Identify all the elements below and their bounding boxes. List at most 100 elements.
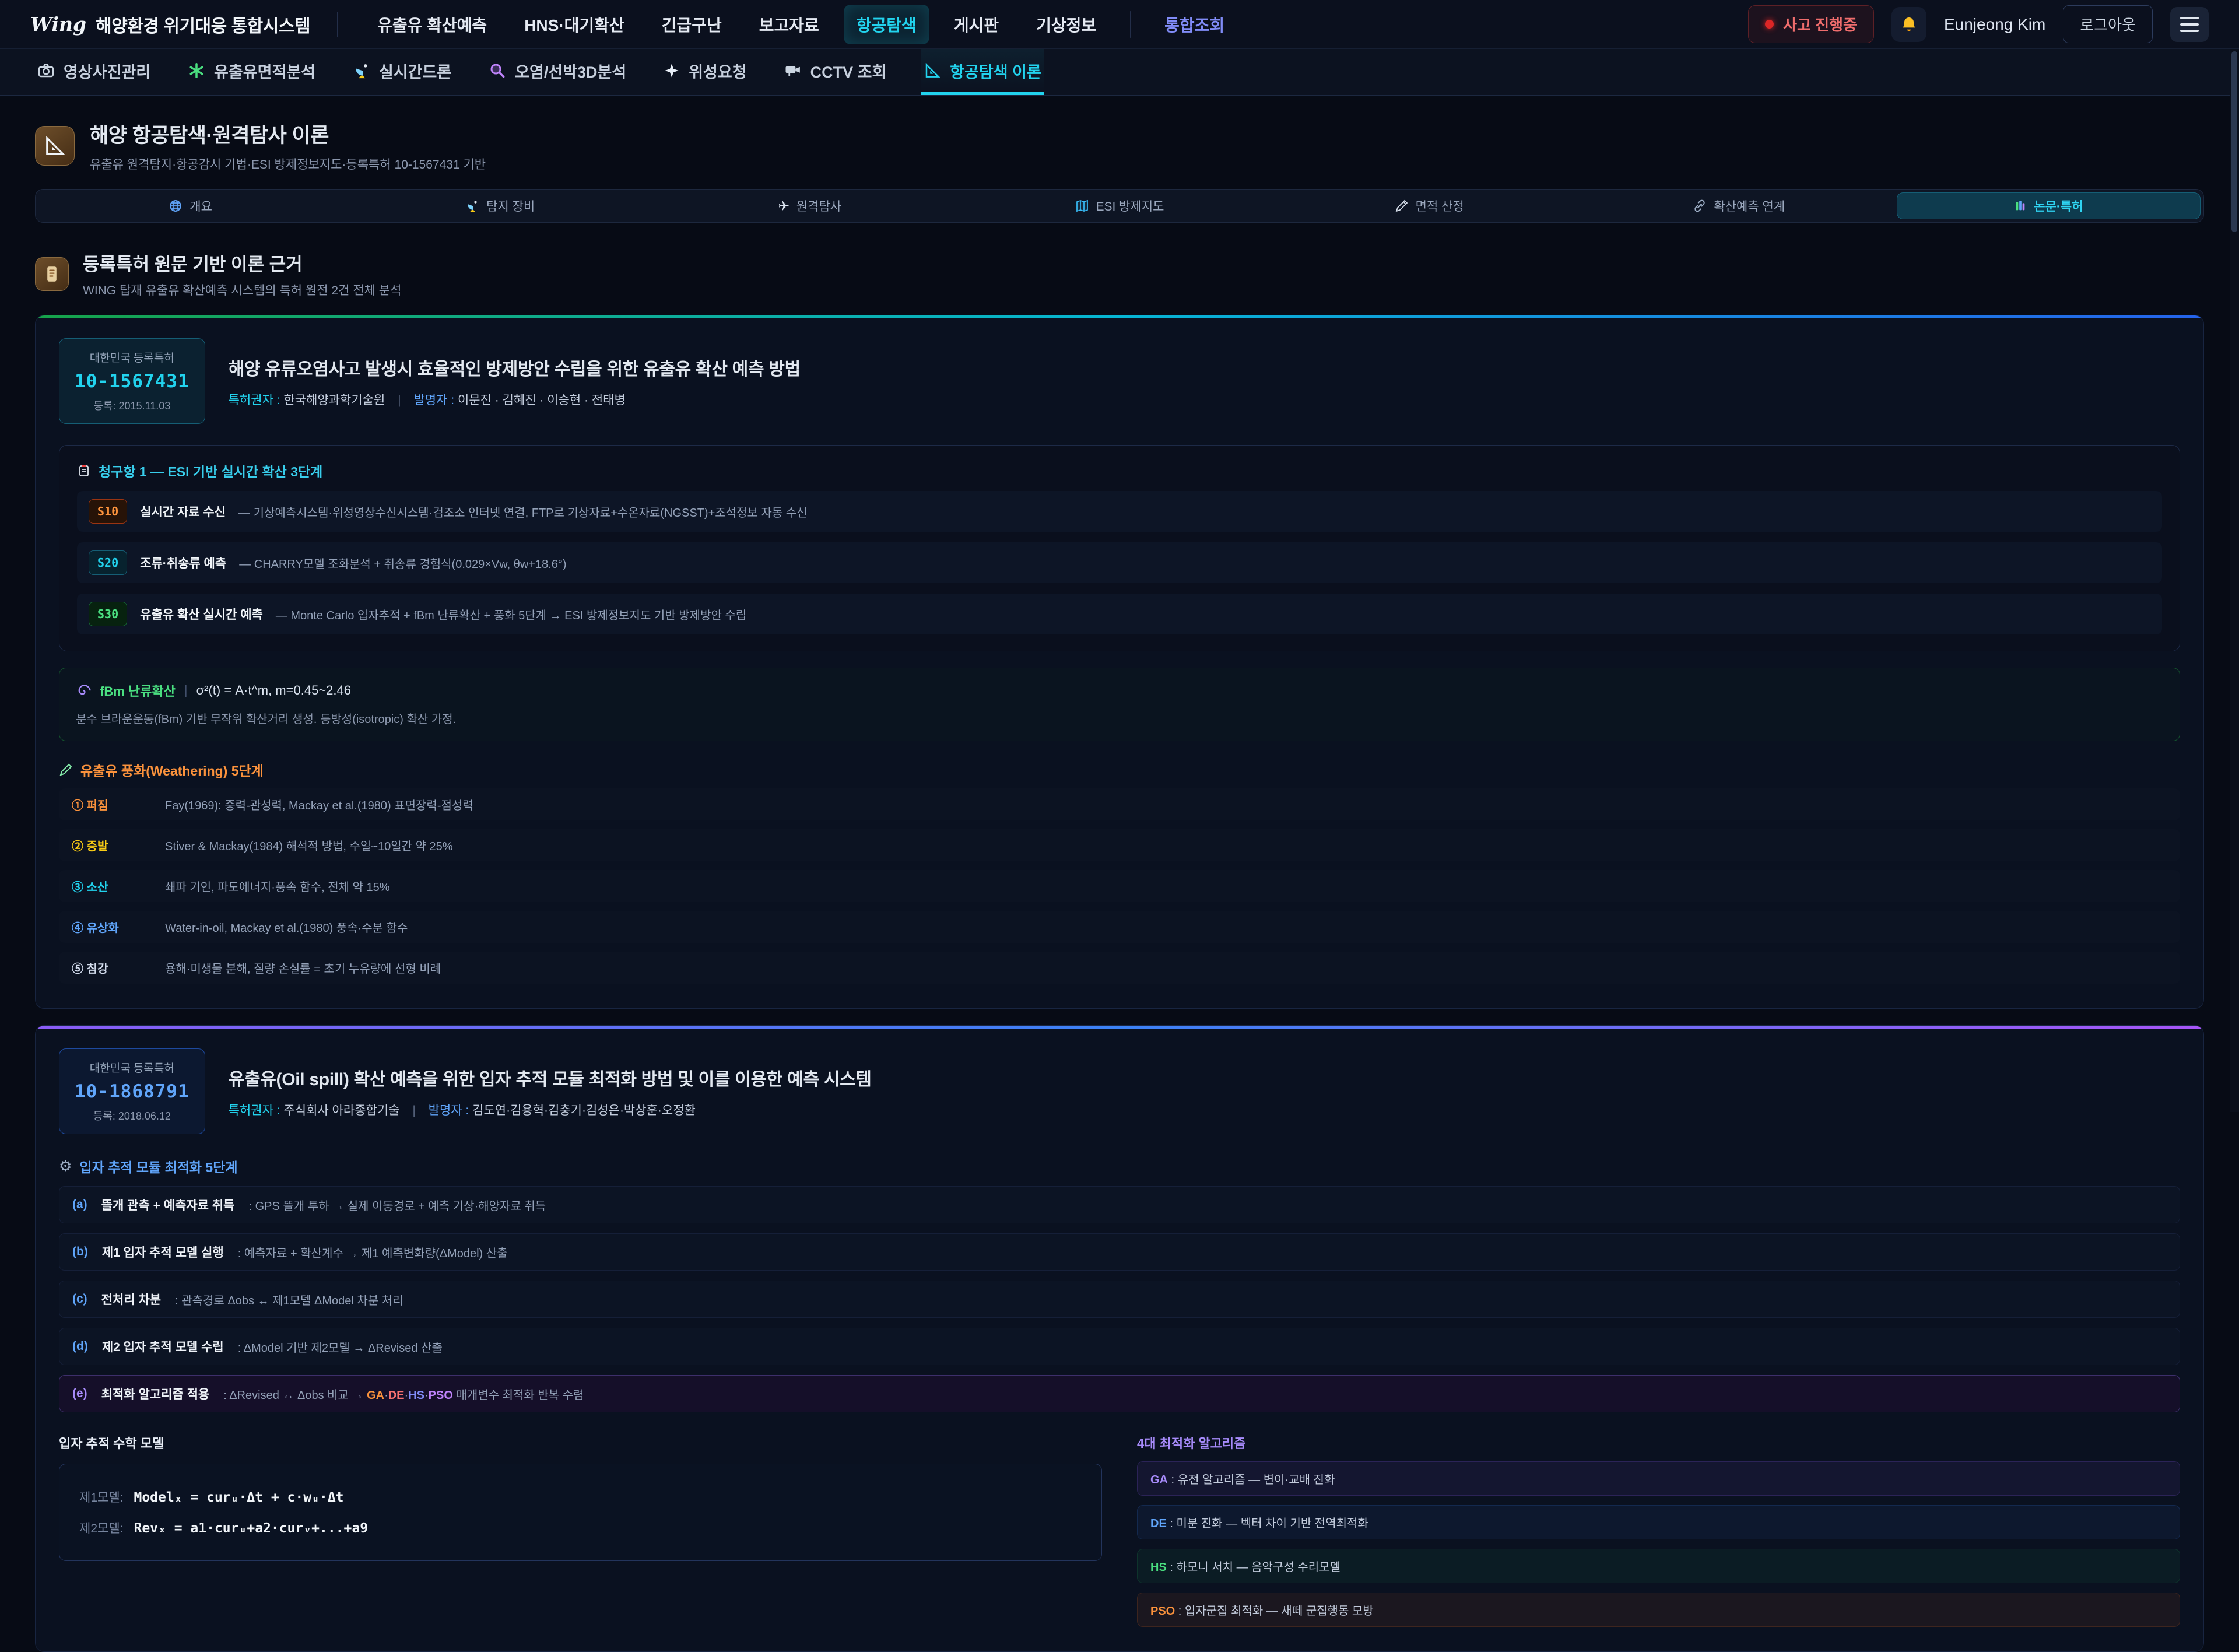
claim-step-s20: S20 조류·취송류 예측 — CHARRY모델 조화분석 + 취송류 경험식(… <box>77 542 2162 583</box>
algo-row-ga: GA : 유전 알고리즘 — 변이·교배 진화 <box>1137 1461 2180 1496</box>
tab-oil-area-analysis[interactable]: 유출유면적분석 <box>185 49 318 95</box>
link-icon <box>1693 199 1707 213</box>
logout-button[interactable]: 로그아웃 <box>2063 5 2153 43</box>
patent-card-1567431: 대한민국 등록특허 10-1567431 등록: 2015.11.03 해양 유… <box>35 315 2204 1009</box>
user-name: Eunjeong Kim <box>1944 15 2045 34</box>
model1-formula: Modelₓ = curᵤ·Δt + c·wᵤ·Δt <box>134 1490 343 1505</box>
tab-image-photo-management[interactable]: 영상사진관리 <box>35 49 153 95</box>
page-title: 해양 항공탐색·원격탐사 이론 <box>90 119 486 149</box>
patent-meta: 특허권자 : 한국해양과학기술원 | 발명자 : 이문진 · 김혜진 · 이승현… <box>229 391 801 408</box>
top-bar: Wing 해양환경 위기대응 통합시스템 유출유 확산예측 HNS·대기확산 긴… <box>0 0 2239 49</box>
app-title: 해양환경 위기대응 통합시스템 <box>96 12 310 37</box>
registration-date: 등록: 2015.11.03 <box>75 398 189 413</box>
pencil-icon <box>1395 199 1409 213</box>
nav-item-oil-spill-forecast[interactable]: 유출유 확산예측 <box>364 5 500 44</box>
globe-icon <box>169 199 183 213</box>
theory-section-nav: 개요 탐지 장비 ✈ 원격탐사 ESI 방제지도 면적 산정 <box>35 189 2204 223</box>
pill-diffusion-forecast-link[interactable]: 확산예측 연계 <box>1587 192 1891 219</box>
claim-title: 청구항 1 — ESI 기반 실시간 확산 3단계 <box>99 461 322 480</box>
satellite-dish-icon <box>353 62 370 79</box>
hamburger-icon <box>2180 17 2199 19</box>
weathering-row: ① 퍼짐 Fay(1969): 중력-관성력, Mackay et al.(19… <box>59 788 2180 820</box>
nav-item-integrated-search[interactable]: 통합조회 <box>1152 5 1237 44</box>
tab-realtime-drone[interactable]: 실시간드론 <box>350 49 454 95</box>
document-icon <box>77 464 91 478</box>
magnifier-icon <box>489 62 506 79</box>
patent-number-badge: 대한민국 등록특허 10-1868791 등록: 2018.06.12 <box>59 1048 205 1134</box>
registration-date: 등록: 2018.06.12 <box>75 1108 189 1123</box>
model2-formula: Revₓ = a1·curᵤ+a2·curᵥ+...+a9 <box>134 1521 368 1536</box>
fbm-diffusion-box: fBm 난류확산 | σ²(t) = A·t^m, m=0.45~2.46 분수… <box>59 668 2180 741</box>
weathering-section: 유출유 풍화(Weathering) 5단계 ① 퍼짐 Fay(1969): 중… <box>59 760 2180 984</box>
section-header: 등록특허 원문 기반 이론 근거 WING 탑재 유출유 확산예측 시스템의 특… <box>35 250 2204 299</box>
nav-item-reports[interactable]: 보고자료 <box>746 5 832 44</box>
scrollbar-thumb[interactable] <box>2231 51 2237 232</box>
pill-remote-sensing[interactable]: ✈ 원격탐사 <box>658 192 961 219</box>
nav-item-hns-air-diffusion[interactable]: HNS·대기확산 <box>511 5 637 44</box>
tab-satellite-request[interactable]: 위성요청 <box>661 49 749 95</box>
section-title: 등록특허 원문 기반 이론 근거 <box>83 250 401 276</box>
spiral-icon <box>76 683 91 698</box>
incident-status-label: 사고 진행중 <box>1783 13 1857 35</box>
documents-icon <box>2014 199 2027 212</box>
patent-meta: 특허권자 : 주식회사 아라종합기술 | 발명자 : 김도연·김용혁·김충기·김… <box>229 1101 872 1118</box>
weathering-row: ④ 유상화 Water-in-oil, Mackay et al.(1980) … <box>59 911 2180 943</box>
optimization-title: 입자 추적 모듈 최적화 5단계 <box>79 1156 237 1176</box>
topbar-right-cluster: 사고 진행중 Eunjeong Kim 로그아웃 <box>1748 5 2209 43</box>
algo-row-pso: PSO : 입자군집 최적화 — 새떼 군집행동 모방 <box>1137 1593 2180 1627</box>
pill-detection-equipment[interactable]: 탐지 장비 <box>348 192 652 219</box>
optimization-algorithms-panel: 4대 최적화 알고리즘 GA : 유전 알고리즘 — 변이·교배 진화 DE :… <box>1137 1433 2180 1627</box>
tab-pollution-ship-3d[interactable]: 오염/선박3D분석 <box>486 49 629 95</box>
scroll-icon <box>35 257 69 291</box>
divider <box>1130 11 1131 38</box>
claim-step-s30: S30 유출유 확산 실시간 예측 — Monte Carlo 입자추적 + f… <box>77 594 2162 634</box>
optimization-step-d: (d) 제2 입자 추적 모델 수립 : ΔModel 기반 제2모델 → ΔR… <box>59 1328 2180 1365</box>
patent-number: 10-1567431 <box>75 371 189 392</box>
pill-papers-patents[interactable]: 논문·특허 <box>1897 192 2201 219</box>
patent-number: 10-1868791 <box>75 1081 189 1102</box>
app-logo[interactable]: Wing 해양환경 위기대응 통합시스템 <box>30 12 310 37</box>
nav-item-weather-info[interactable]: 기상정보 <box>1023 5 1109 44</box>
vertical-scrollbar[interactable] <box>2230 49 2239 1112</box>
hamburger-menu-button[interactable] <box>2170 7 2209 42</box>
algo-row-hs: HS : 하모니 서치 — 음악구성 수리모델 <box>1137 1549 2180 1583</box>
algo-ga: GA <box>367 1389 384 1402</box>
claim-1-box: 청구항 1 — ESI 기반 실시간 확산 3단계 S10 실시간 자료 수신 … <box>59 445 2180 651</box>
optimization-step-c: (c) 전처리 차분 : 관측경로 Δobs ↔ 제1모델 ΔModel 차분 … <box>59 1281 2180 1318</box>
logo-wing-mark: Wing <box>30 13 86 36</box>
red-dot-icon <box>1765 20 1774 29</box>
notifications-button[interactable] <box>1891 7 1926 42</box>
algo-pso: PSO <box>429 1389 453 1402</box>
pill-area-calculation[interactable]: 면적 산정 <box>1278 192 1581 219</box>
bell-icon <box>1900 15 1918 34</box>
page-subtitle: 유출유 원격탐지·항공감시 기법·ESI 방제정보지도·등록특허 10-1567… <box>90 155 486 173</box>
nav-item-emergency-rescue[interactable]: 긴급구난 <box>649 5 735 44</box>
nav-item-board[interactable]: 게시판 <box>941 5 1012 44</box>
math-formula-box: 제1모델: Modelₓ = curᵤ·Δt + c·wᵤ·Δt 제2모델: R… <box>59 1464 1102 1561</box>
satellite-dish-icon <box>465 199 479 213</box>
algo-hs: HS <box>408 1389 424 1402</box>
tab-cctv-view[interactable]: CCTV 조회 <box>782 49 889 95</box>
algo-de: DE <box>388 1389 405 1402</box>
pill-overview[interactable]: 개요 <box>38 192 342 219</box>
divider <box>337 12 338 37</box>
patent-title: 유출유(Oil spill) 확산 예측을 위한 입자 추적 모듈 최적화 방법… <box>229 1065 872 1090</box>
claim-step-s10: S10 실시간 자료 수신 — 기상예측시스템·위성영상수신시스템·검조소 인터… <box>77 491 2162 532</box>
algo-row-de: DE : 미분 진화 — 벡터 차이 기반 전역최적화 <box>1137 1505 2180 1539</box>
nav-item-aerial-search[interactable]: 항공탐색 <box>844 5 929 44</box>
fbm-formula: σ²(t) = A·t^m, m=0.45~2.46 <box>196 683 351 698</box>
weathering-row: ⑤ 침강 용해·미생물 분해, 질량 손실률 = 초기 누유량에 선형 비례 <box>59 952 2180 984</box>
page-header: 해양 항공탐색·원격탐사 이론 유출유 원격탐지·항공감시 기법·ESI 방제정… <box>35 119 2204 173</box>
airplane-icon: ✈ <box>778 199 789 213</box>
patent-card-1868791: 대한민국 등록특허 10-1868791 등록: 2018.06.12 유출유(… <box>35 1025 2204 1652</box>
optimization-step-b: (b) 제1 입자 추적 모델 실행 : 예측자료 + 확산계수 → 제1 예측… <box>59 1233 2180 1271</box>
optimization-step-a: (a) 뜰개 관측 + 예측자료 취득 : GPS 뜰개 투하 → 실제 이동경… <box>59 1186 2180 1223</box>
pill-esi-map[interactable]: ESI 방제지도 <box>967 192 1271 219</box>
triangle-ruler-icon <box>924 62 941 79</box>
section-subtitle: WING 탑재 유출유 확산예측 시스템의 특허 원전 2건 전체 분석 <box>83 281 401 299</box>
green-asterisk-icon <box>188 62 205 79</box>
patent-number-badge: 대한민국 등록특허 10-1567431 등록: 2015.11.03 <box>59 338 205 424</box>
tab-aerial-search-theory[interactable]: 항공탐색 이론 <box>921 49 1044 95</box>
pencil-icon <box>59 763 73 777</box>
map-icon <box>1075 199 1089 213</box>
